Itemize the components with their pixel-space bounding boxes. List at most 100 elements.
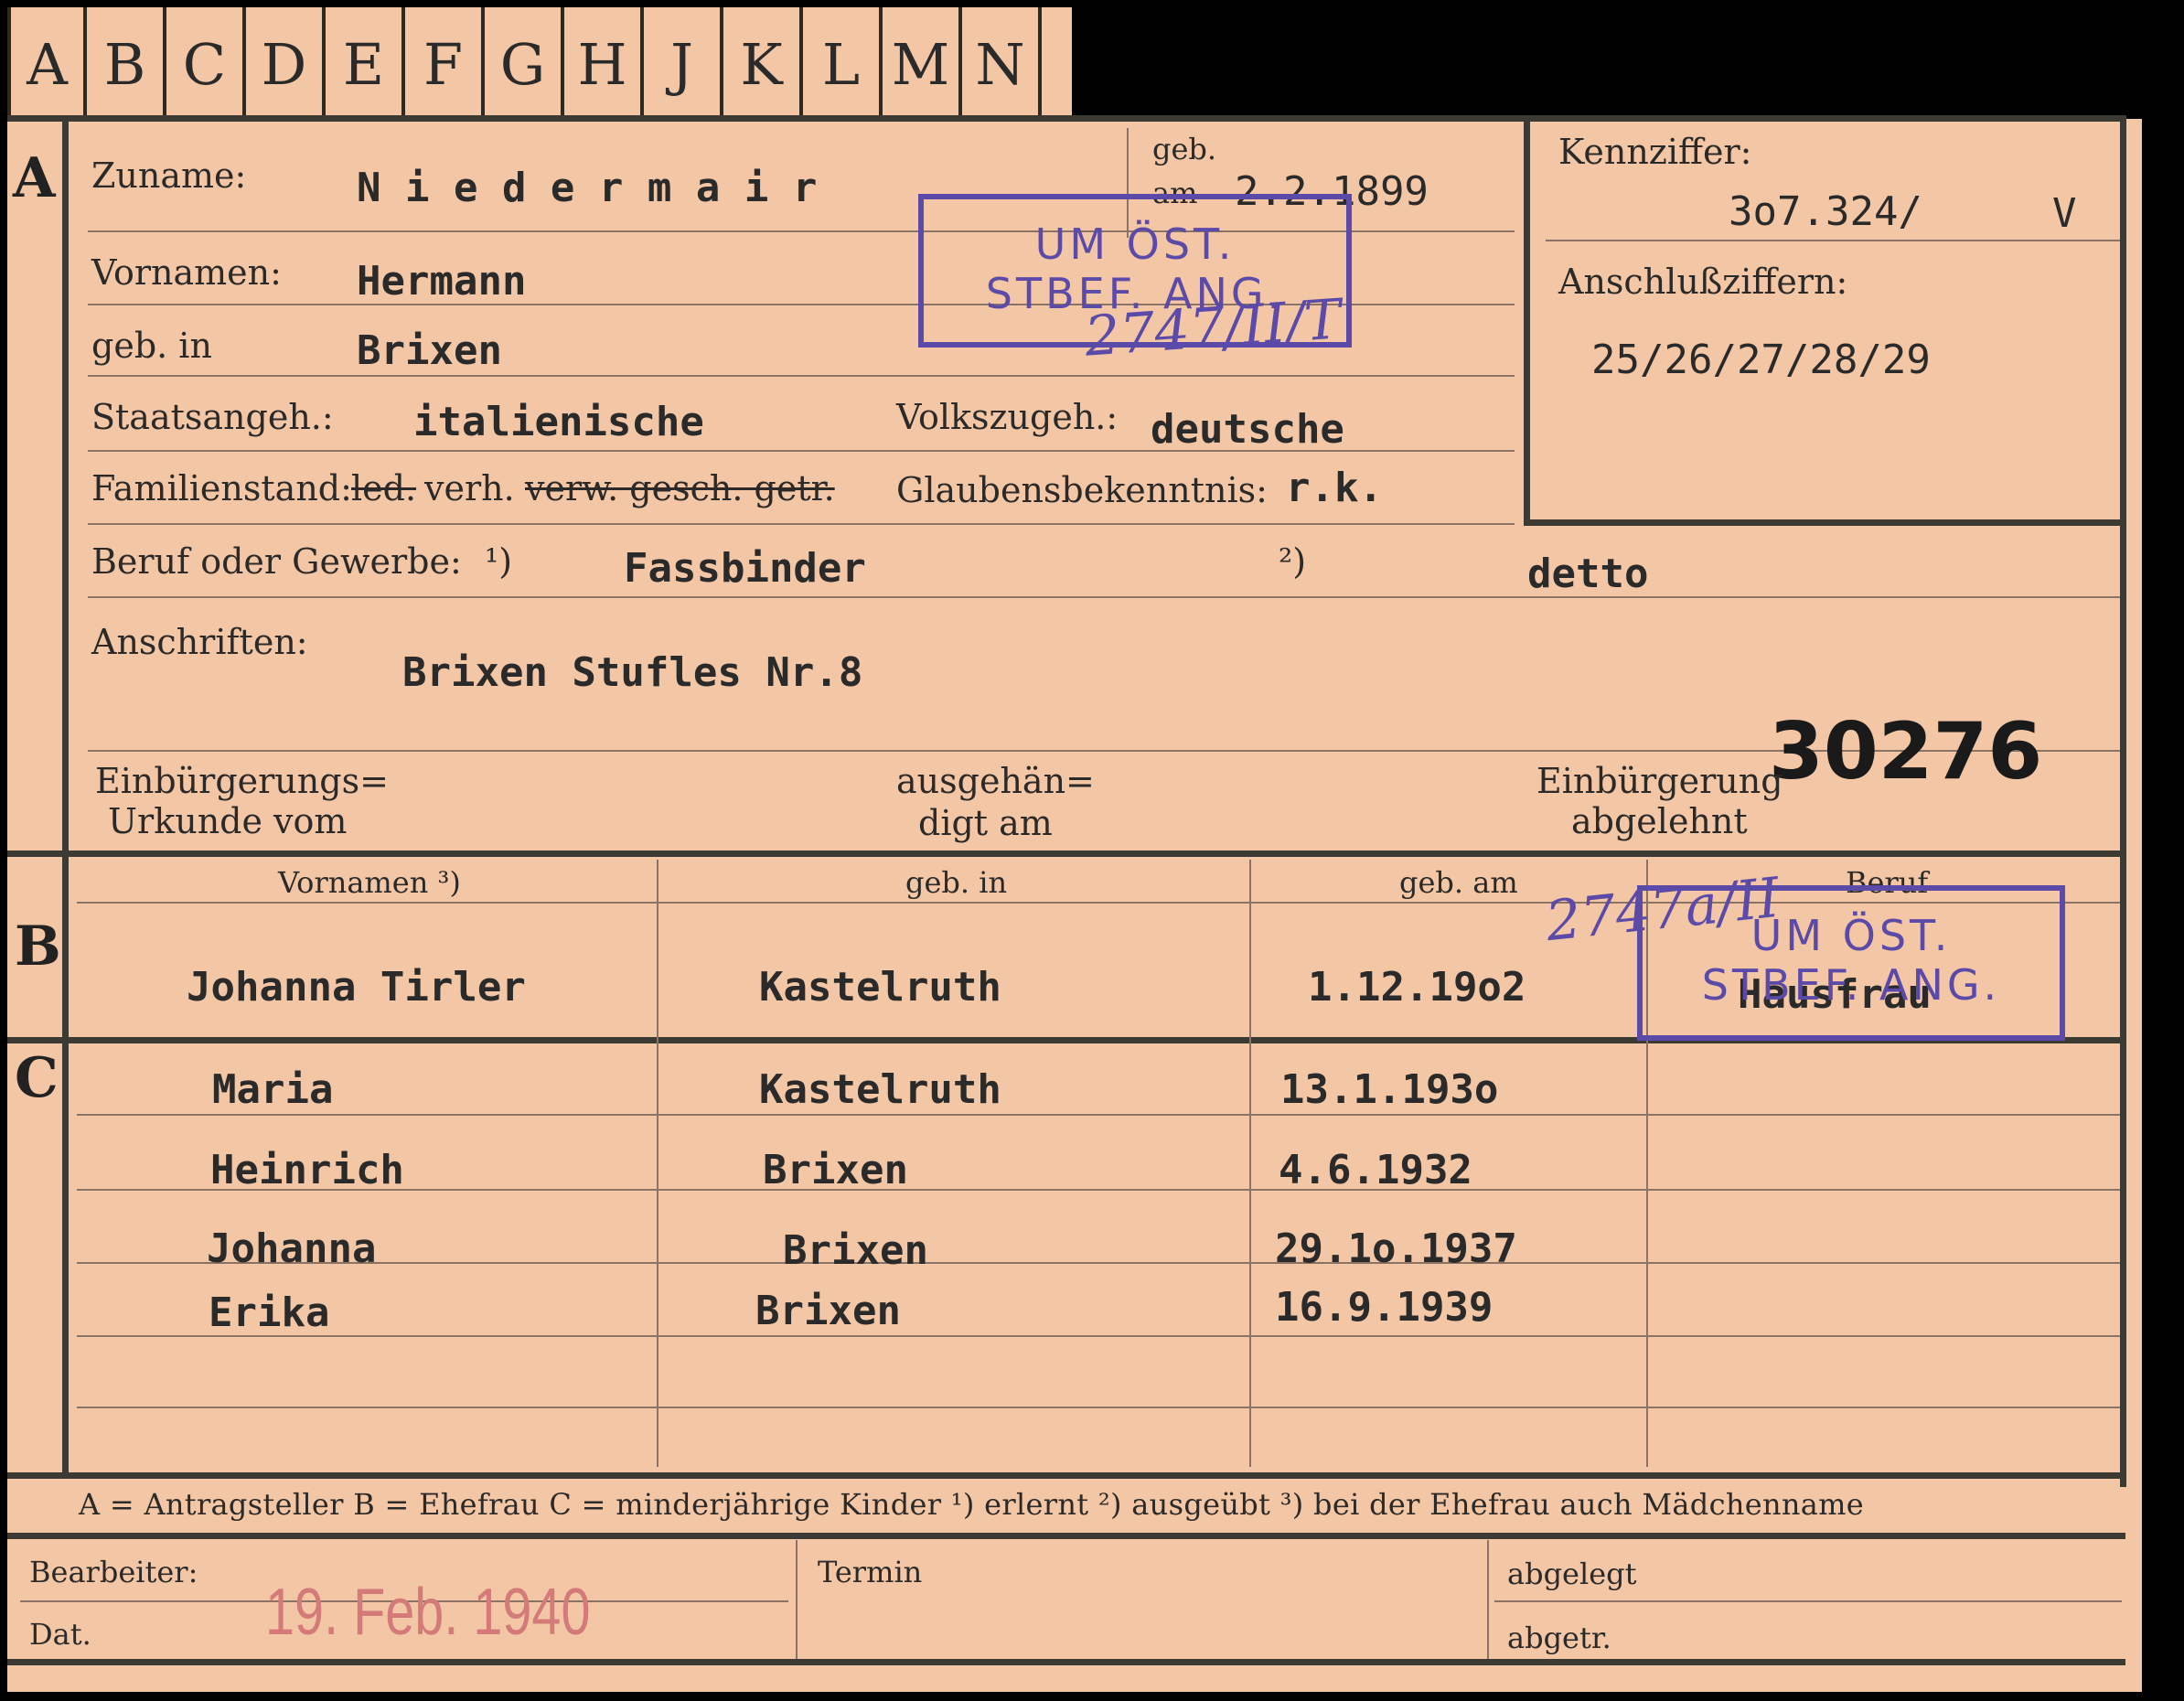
footnote-1-marker: ¹) <box>485 541 513 582</box>
tab-n[interactable]: N <box>962 7 1042 121</box>
spouse-geb-am: 1.12.19o2 <box>1308 964 1526 1011</box>
tab-l[interactable]: L <box>803 7 883 121</box>
section-letter-b: B <box>15 915 61 979</box>
tab-a[interactable]: A <box>7 7 87 121</box>
anschrift-value: Brixen Stufles Nr.8 <box>402 649 863 696</box>
label-ausgehaendigt-1: ausgehän= <box>896 761 1095 801</box>
label-beruf: Beruf oder Gewerbe: <box>91 541 462 582</box>
rule <box>1524 119 1530 525</box>
rule <box>88 596 2120 598</box>
tab-m[interactable]: M <box>883 7 962 121</box>
label-einb-urkunde-1: Einbürgerungs= <box>95 761 389 801</box>
child-geb-in: Kastelruth <box>759 1066 1001 1113</box>
label-ausgehaendigt-2: digt am <box>918 803 1053 843</box>
label-zuname: Zuname: <box>91 155 247 196</box>
label-dat: Dat. <box>29 1617 91 1652</box>
rule <box>88 375 1515 377</box>
rule <box>77 1407 2120 1408</box>
top-black-area <box>1072 0 2184 119</box>
rule <box>7 850 2125 857</box>
staatsangeh-value: italienische <box>413 399 704 445</box>
label-abgetr: abgetr. <box>1507 1621 1611 1655</box>
child-geb-am: 13.1.193o <box>1280 1066 1499 1113</box>
label-anschlussziffern: Anschlußziffern: <box>1558 262 1848 302</box>
volkszugeh-value: deutsche <box>1151 406 1344 453</box>
label-einb-abgelehnt-2: abgelehnt <box>1571 801 1748 841</box>
geb-in-value: Brixen <box>357 327 502 374</box>
familienstand-led: led. <box>351 468 417 508</box>
child-geb-in: Brixen <box>755 1288 901 1334</box>
child-geb-in: Brixen <box>783 1227 928 1274</box>
rule <box>62 115 69 1478</box>
rule <box>1524 519 2125 526</box>
rule <box>77 1335 2120 1337</box>
alphabet-tab-strip: A B C D E F G H J K L M N <box>7 7 1042 121</box>
tab-e[interactable]: E <box>326 7 405 121</box>
col-header-geb-in: geb. in <box>905 865 1008 900</box>
section-letter-a: A <box>13 146 56 210</box>
tab-j[interactable]: J <box>644 7 723 121</box>
rule <box>1546 240 2120 241</box>
rule <box>7 115 2125 122</box>
tab-k[interactable]: K <box>723 7 803 121</box>
child-vornamen: Heinrich <box>210 1147 404 1193</box>
label-volkszugeh: Volkszugeh.: <box>896 397 1119 437</box>
rule <box>2120 115 2126 1487</box>
beruf-ausgeuebt-value: detto <box>1527 551 1649 597</box>
spouse-geb-in: Kastelruth <box>759 964 1001 1011</box>
tab-b[interactable]: B <box>87 7 166 121</box>
kennziffer-suffix: V <box>2052 190 2077 237</box>
child-geb-am: 29.1o.1937 <box>1275 1225 1517 1272</box>
rule <box>1487 1540 1489 1663</box>
col-header-geb-am: geb. am <box>1399 865 1518 900</box>
child-vornamen: Erika <box>209 1289 330 1336</box>
tab-f[interactable]: F <box>405 7 485 121</box>
label-glaubens: Glaubensbekenntnis: <box>896 470 1268 510</box>
spouse-vornamen: Johanna Tirler <box>187 964 526 1011</box>
tab-c[interactable]: C <box>166 7 246 121</box>
rule <box>77 1114 2120 1116</box>
beruf-erlernt-value: Fassbinder <box>624 545 866 592</box>
section-letter-c: C <box>15 1046 59 1110</box>
file-number: 30276 <box>1769 706 2043 797</box>
familienstand-verh: verh. <box>424 468 515 508</box>
rule <box>657 860 658 1467</box>
child-geb-in: Brixen <box>763 1147 908 1193</box>
rule <box>7 1659 2125 1665</box>
glaubens-value: r.k. <box>1286 465 1383 511</box>
rule <box>77 1262 2120 1264</box>
rule <box>88 523 1515 525</box>
stamp-b-line2: STBEF. ANG. <box>1701 960 2001 1010</box>
label-einb-urkunde-2: Urkunde vom <box>108 801 348 841</box>
child-geb-am: 16.9.1939 <box>1275 1284 1493 1331</box>
tab-h[interactable]: H <box>564 7 644 121</box>
label-einb-abgelehnt-1: Einbürgerung <box>1536 761 1783 801</box>
legend-line: A = Antragsteller B = Ehefrau C = minder… <box>79 1487 1865 1522</box>
label-kennziffer: Kennziffer: <box>1558 132 1752 172</box>
label-familienstand: Familienstand: <box>91 468 352 508</box>
label-geb: geb. <box>1152 132 1217 166</box>
label-vornamen: Vornamen: <box>91 252 282 293</box>
rule <box>1249 860 1251 1467</box>
tab-d[interactable]: D <box>246 7 326 121</box>
vornamen-value: Hermann <box>357 258 527 305</box>
received-date-stamp: 19. Feb. 1940 <box>265 1576 591 1649</box>
rule <box>1494 1600 2122 1602</box>
label-staatsangeh: Staatsangeh.: <box>91 397 334 437</box>
child-vornamen: Maria <box>212 1066 334 1113</box>
label-anschriften: Anschriften: <box>91 622 308 662</box>
anschlussziffern-value: 25/26/27/28/29 <box>1591 337 1931 383</box>
label-geb-in: geb. in <box>91 326 212 366</box>
label-termin: Termin <box>818 1555 923 1589</box>
child-geb-am: 4.6.1932 <box>1279 1147 1472 1193</box>
tab-g[interactable]: G <box>485 7 564 121</box>
child-vornamen: Johanna <box>207 1225 377 1272</box>
label-bearbeiter: Bearbeiter: <box>29 1555 198 1589</box>
familienstand-struck: verw. gesch. getr. <box>525 468 835 508</box>
rule <box>7 1472 2125 1479</box>
col-header-vornamen: Vornamen ³) <box>278 865 461 900</box>
zuname-value: N i e d e r m a i r <box>357 165 818 211</box>
rule <box>796 1540 798 1663</box>
rule <box>7 1533 2125 1539</box>
kennziffer-value: 3o7.324/ <box>1729 188 1922 235</box>
